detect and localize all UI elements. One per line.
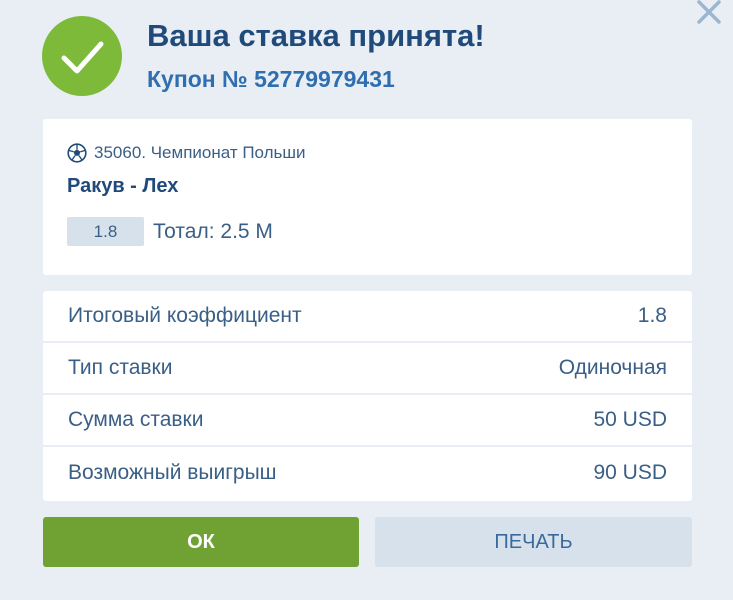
summary-label: Тип ставки [68, 356, 173, 379]
soccer-ball-icon [67, 143, 87, 163]
coupon-number: Купон № 52779979431 [147, 66, 395, 92]
championship-label: 35060. Чемпионат Польши [94, 143, 306, 162]
bet-accepted-dialog: Ваша ставка принята! Купон № 52779979431… [0, 0, 733, 600]
summary-label: Возможный выигрыш [68, 461, 277, 484]
summary-value: 90 USD [593, 461, 667, 484]
summary-label: Сумма ставки [68, 408, 204, 431]
ok-button[interactable]: ОК [43, 517, 359, 567]
summary-row-possible-win: Возможный выигрыш 90 USD [43, 447, 692, 499]
dialog-title: Ваша ставка принята! [147, 18, 485, 53]
bet-summary: Итоговый коэффициент 1.8 Тип ставки Один… [43, 291, 692, 501]
close-icon[interactable] [695, 0, 723, 26]
summary-label: Итоговый коэффициент [68, 304, 302, 327]
event-card: 35060. Чемпионат Польши Ракув - Лех 1.8 … [43, 119, 692, 275]
bet-market: Тотал: 2.5 М [153, 219, 273, 243]
summary-value: Одиночная [558, 356, 667, 379]
odds-badge: 1.8 [67, 217, 144, 246]
match-teams: Ракув - Лех [67, 175, 179, 197]
success-badge [42, 16, 122, 96]
event-line: 35060. Чемпионат Польши [67, 143, 306, 163]
print-button[interactable]: ПЕЧАТЬ [375, 517, 692, 567]
checkmark-icon [61, 41, 104, 74]
summary-row-stake: Сумма ставки 50 USD [43, 395, 692, 447]
summary-value: 50 USD [593, 408, 667, 431]
summary-row-total-odds: Итоговый коэффициент 1.8 [43, 291, 692, 343]
summary-row-bet-type: Тип ставки Одиночная [43, 343, 692, 395]
bet-selection: 1.8 Тотал: 2.5 М [67, 217, 273, 246]
summary-value: 1.8 [637, 304, 667, 327]
